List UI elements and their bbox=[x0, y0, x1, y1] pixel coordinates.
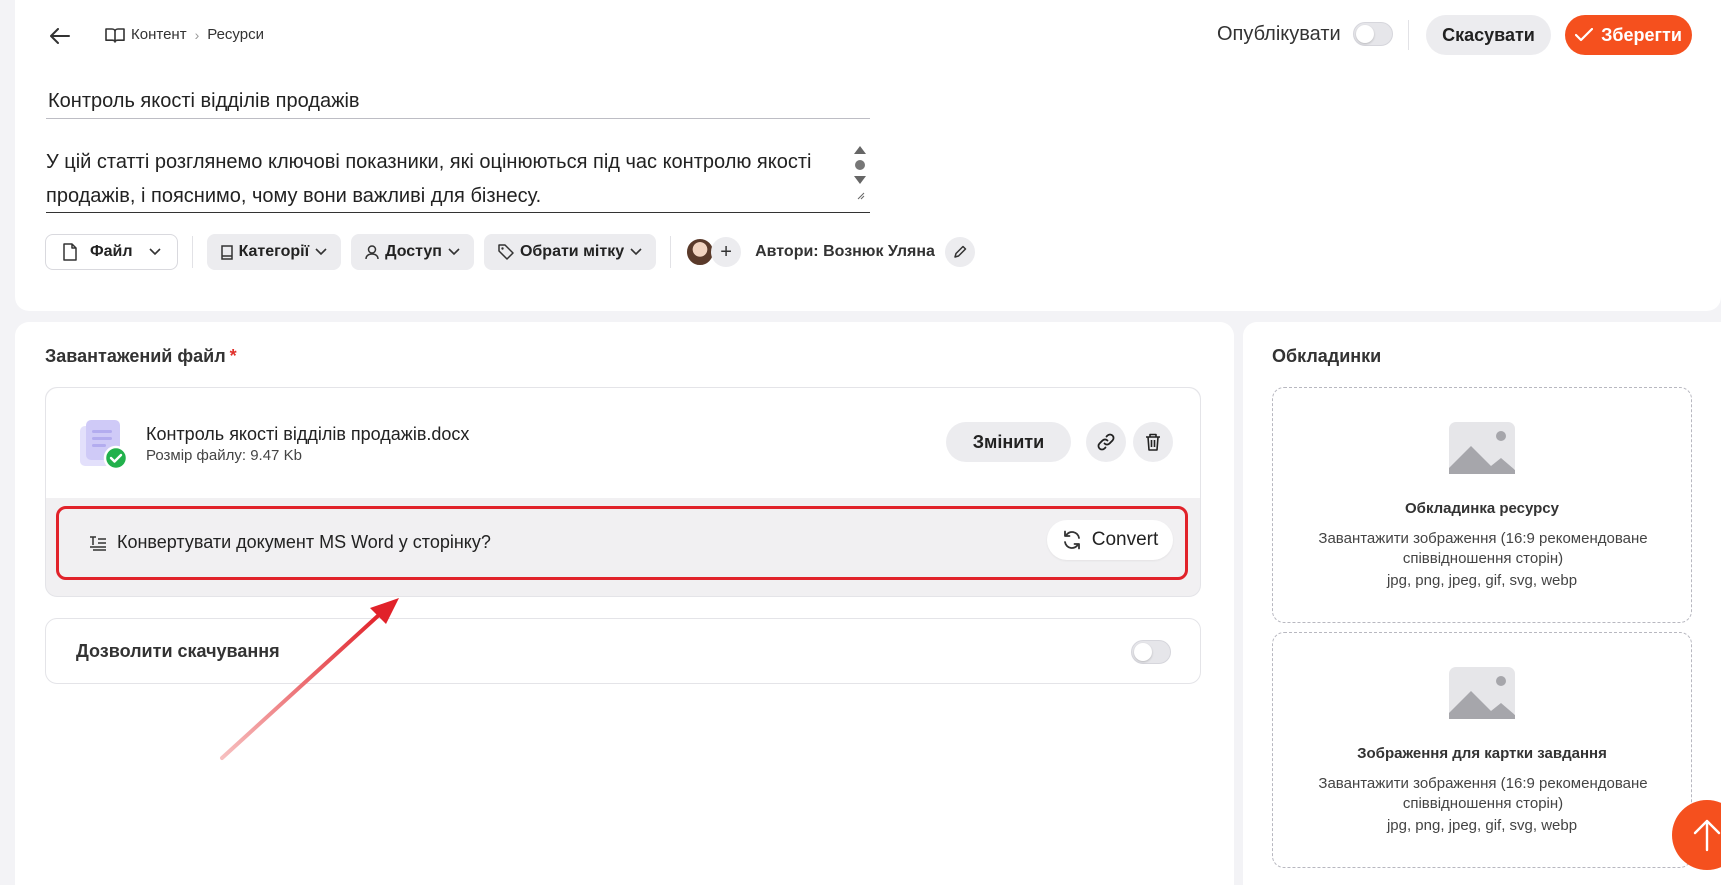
breadcrumb-item-content[interactable]: Контент bbox=[131, 26, 187, 43]
allow-download-row: Дозволити скачування bbox=[45, 618, 1201, 684]
convert-to-page-row: Конвертувати документ MS Word у сторінку… bbox=[56, 506, 1188, 580]
breadcrumb: Контент › Ресурси bbox=[105, 26, 270, 43]
authors-avatars: + bbox=[685, 237, 742, 267]
trash-icon bbox=[1146, 433, 1160, 451]
breadcrumb-separator: › bbox=[194, 26, 200, 43]
publish-toggle[interactable] bbox=[1352, 22, 1393, 46]
header-divider bbox=[1408, 20, 1409, 50]
cancel-button[interactable]: Скасувати bbox=[1426, 15, 1551, 55]
convert-question: Конвертувати документ MS Word у сторінку… bbox=[117, 532, 491, 552]
uploaded-file-heading: Завантажений файл * bbox=[45, 346, 237, 367]
pencil-icon bbox=[954, 245, 967, 258]
uploaded-file-box: Контроль якості відділів продажів.docx Р… bbox=[45, 387, 1201, 597]
convert-prompt: Конвертувати документ MS Word у сторінку… bbox=[89, 532, 491, 553]
resize-handle-icon[interactable] bbox=[855, 190, 865, 200]
title-input[interactable] bbox=[46, 85, 870, 119]
publish-control: Опублікувати bbox=[1217, 22, 1393, 46]
cover-description: Завантажити зображення (16:9 рекомендова… bbox=[1318, 530, 1648, 567]
edit-authors-button[interactable] bbox=[944, 237, 975, 267]
plus-icon: + bbox=[720, 240, 732, 263]
tag-label: Обрати мітку bbox=[519, 243, 625, 260]
cover-formats: jpg, png, jpeg, gif, svg, webp bbox=[1386, 817, 1578, 834]
file-size: Розмір файлу: 9.47 Kb bbox=[146, 447, 302, 464]
uploaded-file-label: Завантажений файл bbox=[45, 346, 226, 366]
covers-heading: Обкладинки bbox=[1272, 346, 1382, 366]
convert-button-label: Convert bbox=[1091, 529, 1159, 550]
file-icon bbox=[63, 243, 77, 261]
file-type-dropdown[interactable]: Файл bbox=[45, 234, 178, 270]
tag-icon bbox=[498, 244, 514, 260]
access-dropdown[interactable]: Доступ bbox=[351, 234, 474, 270]
allow-download-toggle[interactable] bbox=[1131, 640, 1171, 664]
copy-link-button[interactable] bbox=[1086, 422, 1126, 462]
link-icon bbox=[1097, 433, 1115, 451]
image-placeholder-icon bbox=[1449, 667, 1515, 719]
user-icon bbox=[365, 244, 379, 259]
chevron-down-icon bbox=[315, 248, 327, 256]
allow-download-label: Дозволити скачування bbox=[76, 641, 280, 661]
cover-formats: jpg, png, jpeg, gif, svg, webp bbox=[1386, 572, 1578, 589]
text-format-icon bbox=[90, 535, 106, 551]
delete-file-button[interactable] bbox=[1133, 422, 1173, 462]
resource-cover-dropzone[interactable]: Обкладинка ресурсу Завантажити зображенн… bbox=[1272, 387, 1692, 623]
task-card-image-dropzone[interactable]: Зображення для картки завдання Завантажи… bbox=[1272, 632, 1692, 868]
refresh-icon bbox=[1063, 530, 1080, 550]
article-toolbar: Файл Категорії Доступ Обрати мітку + Авт… bbox=[45, 234, 975, 270]
chevron-down-icon bbox=[448, 248, 460, 256]
change-file-button[interactable]: Змінити bbox=[946, 422, 1071, 462]
required-mark: * bbox=[229, 346, 237, 366]
save-button[interactable]: Зберегти bbox=[1565, 15, 1692, 55]
document-check-icon bbox=[80, 420, 129, 471]
add-author-button[interactable]: + bbox=[711, 237, 742, 267]
file-type-label: Файл bbox=[90, 243, 133, 260]
convert-button[interactable]: Convert bbox=[1047, 520, 1173, 560]
file-name: Контроль якості відділів продажів.docx bbox=[146, 424, 470, 444]
categories-dropdown[interactable]: Категорії bbox=[206, 234, 342, 270]
image-placeholder-icon bbox=[1449, 422, 1515, 474]
description-textarea[interactable]: У цій статті розглянемо ключові показник… bbox=[46, 145, 870, 213]
toolbar-divider bbox=[670, 236, 672, 268]
toolbar-divider bbox=[191, 236, 193, 268]
tag-dropdown[interactable]: Обрати мітку bbox=[483, 234, 657, 270]
chevron-down-icon bbox=[630, 248, 642, 256]
scroll-down-icon[interactable] bbox=[854, 176, 866, 184]
notebook-icon bbox=[220, 244, 233, 260]
save-button-label: Зберегти bbox=[1601, 24, 1682, 45]
book-icon bbox=[105, 27, 125, 43]
back-button[interactable] bbox=[46, 22, 74, 50]
authors-label: Автори: Вознюк Уляна bbox=[755, 243, 935, 260]
arrow-up-icon bbox=[1693, 819, 1721, 852]
scroll-up-icon[interactable] bbox=[854, 146, 866, 154]
file-info-row: Контроль якості відділів продажів.docx Р… bbox=[46, 388, 1200, 498]
cover-title: Обкладинка ресурсу bbox=[1405, 500, 1559, 517]
check-icon bbox=[1575, 28, 1594, 42]
chevron-down-icon bbox=[148, 248, 161, 256]
breadcrumb-item-resources[interactable]: Ресурси bbox=[207, 26, 264, 43]
categories-label: Категорії bbox=[238, 243, 310, 260]
publish-label: Опублікувати bbox=[1217, 22, 1341, 45]
cover-title: Зображення для картки завдання bbox=[1357, 745, 1607, 762]
scroll-thumb[interactable] bbox=[855, 160, 865, 170]
textarea-scroll-control[interactable] bbox=[853, 146, 867, 212]
access-label: Доступ bbox=[385, 243, 442, 260]
arrow-left-icon bbox=[50, 28, 70, 44]
cover-description: Завантажити зображення (16:9 рекомендова… bbox=[1318, 775, 1648, 812]
